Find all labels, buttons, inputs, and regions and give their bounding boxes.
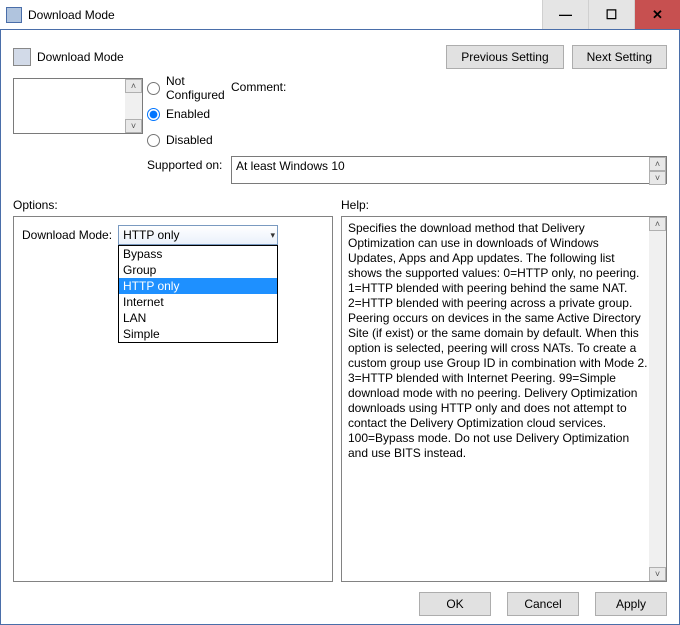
next-setting-button[interactable]: Next Setting — [572, 45, 667, 69]
client-area: Download Mode Previous Setting Next Sett… — [0, 30, 680, 625]
maximize-button[interactable]: ☐ — [588, 0, 634, 29]
radio-enabled[interactable]: Enabled — [147, 104, 227, 124]
radio-enabled-label: Enabled — [166, 107, 210, 121]
policy-icon — [13, 48, 31, 66]
help-label: Help: — [341, 198, 369, 212]
window-buttons: — ☐ ✕ — [542, 0, 680, 29]
download-mode-row: Download Mode: HTTP only ▾ — [22, 225, 324, 245]
radio-not-configured-input[interactable] — [147, 82, 160, 95]
comment-field[interactable]: ˄ ˅ — [13, 78, 143, 134]
radio-disabled-label: Disabled — [166, 133, 213, 147]
supported-on-value: At least Windows 10 — [232, 157, 649, 183]
radio-not-configured[interactable]: Not Configured — [147, 78, 227, 98]
options-label: Options: — [13, 198, 341, 212]
window-title: Download Mode — [28, 8, 542, 22]
dropdown-item-bypass[interactable]: Bypass — [119, 246, 277, 262]
header-row: Download Mode Previous Setting Next Sett… — [13, 40, 667, 74]
panes: Download Mode: HTTP only ▾ Bypass Group … — [13, 216, 667, 582]
options-pane: Download Mode: HTTP only ▾ Bypass Group … — [13, 216, 333, 582]
scroll-up-icon[interactable]: ˄ — [649, 157, 666, 171]
comment-label: Comment: — [231, 78, 667, 94]
dropdown-item-internet[interactable]: Internet — [119, 294, 277, 310]
cancel-button[interactable]: Cancel — [507, 592, 579, 616]
help-text: Specifies the download method that Deliv… — [342, 217, 666, 581]
dropdown-item-simple[interactable]: Simple — [119, 326, 277, 342]
help-pane: Specifies the download method that Deliv… — [341, 216, 667, 582]
footer-buttons: OK Cancel Apply — [13, 582, 667, 616]
dropdown-item-group[interactable]: Group — [119, 262, 277, 278]
state-grid: Not Configured Comment: ˄ ˅ Enabled Disa… — [13, 78, 667, 184]
apply-button[interactable]: Apply — [595, 592, 667, 616]
scroll-down-icon[interactable]: ˅ — [649, 171, 666, 185]
scroll-up-icon[interactable]: ˄ — [649, 217, 666, 231]
ok-button[interactable]: OK — [419, 592, 491, 616]
download-mode-label: Download Mode: — [22, 228, 112, 242]
dropdown-item-http-only[interactable]: HTTP only — [119, 278, 277, 294]
help-scrollbar[interactable]: ˄ ˅ — [649, 217, 666, 581]
supported-on-field: At least Windows 10 ˄ ˅ — [231, 156, 667, 184]
previous-setting-button[interactable]: Previous Setting — [446, 45, 563, 69]
comment-value[interactable] — [14, 79, 125, 133]
scroll-up-icon[interactable]: ˄ — [125, 79, 142, 93]
scroll-down-icon[interactable]: ˅ — [649, 567, 666, 581]
section-labels: Options: Help: — [13, 198, 667, 212]
radio-enabled-input[interactable] — [147, 108, 160, 121]
title-bar: Download Mode — ☐ ✕ — [0, 0, 680, 30]
radio-disabled[interactable]: Disabled — [147, 130, 227, 150]
download-mode-dropdown[interactable]: Bypass Group HTTP only Internet LAN Simp… — [118, 245, 278, 343]
radio-not-configured-label: Not Configured — [166, 74, 227, 102]
supported-scrollbar[interactable]: ˄ ˅ — [649, 157, 666, 183]
policy-title: Download Mode — [37, 50, 438, 64]
scroll-down-icon[interactable]: ˅ — [125, 119, 142, 133]
download-mode-selected: HTTP only — [123, 228, 179, 242]
close-button[interactable]: ✕ — [634, 0, 680, 29]
dropdown-item-lan[interactable]: LAN — [119, 310, 277, 326]
download-mode-combo[interactable]: HTTP only ▾ — [118, 225, 278, 245]
supported-on-label: Supported on: — [147, 156, 227, 172]
radio-disabled-input[interactable] — [147, 134, 160, 147]
minimize-button[interactable]: — — [542, 0, 588, 29]
chevron-down-icon: ▾ — [271, 230, 276, 241]
comment-scrollbar[interactable]: ˄ ˅ — [125, 79, 142, 133]
app-icon — [6, 7, 22, 23]
